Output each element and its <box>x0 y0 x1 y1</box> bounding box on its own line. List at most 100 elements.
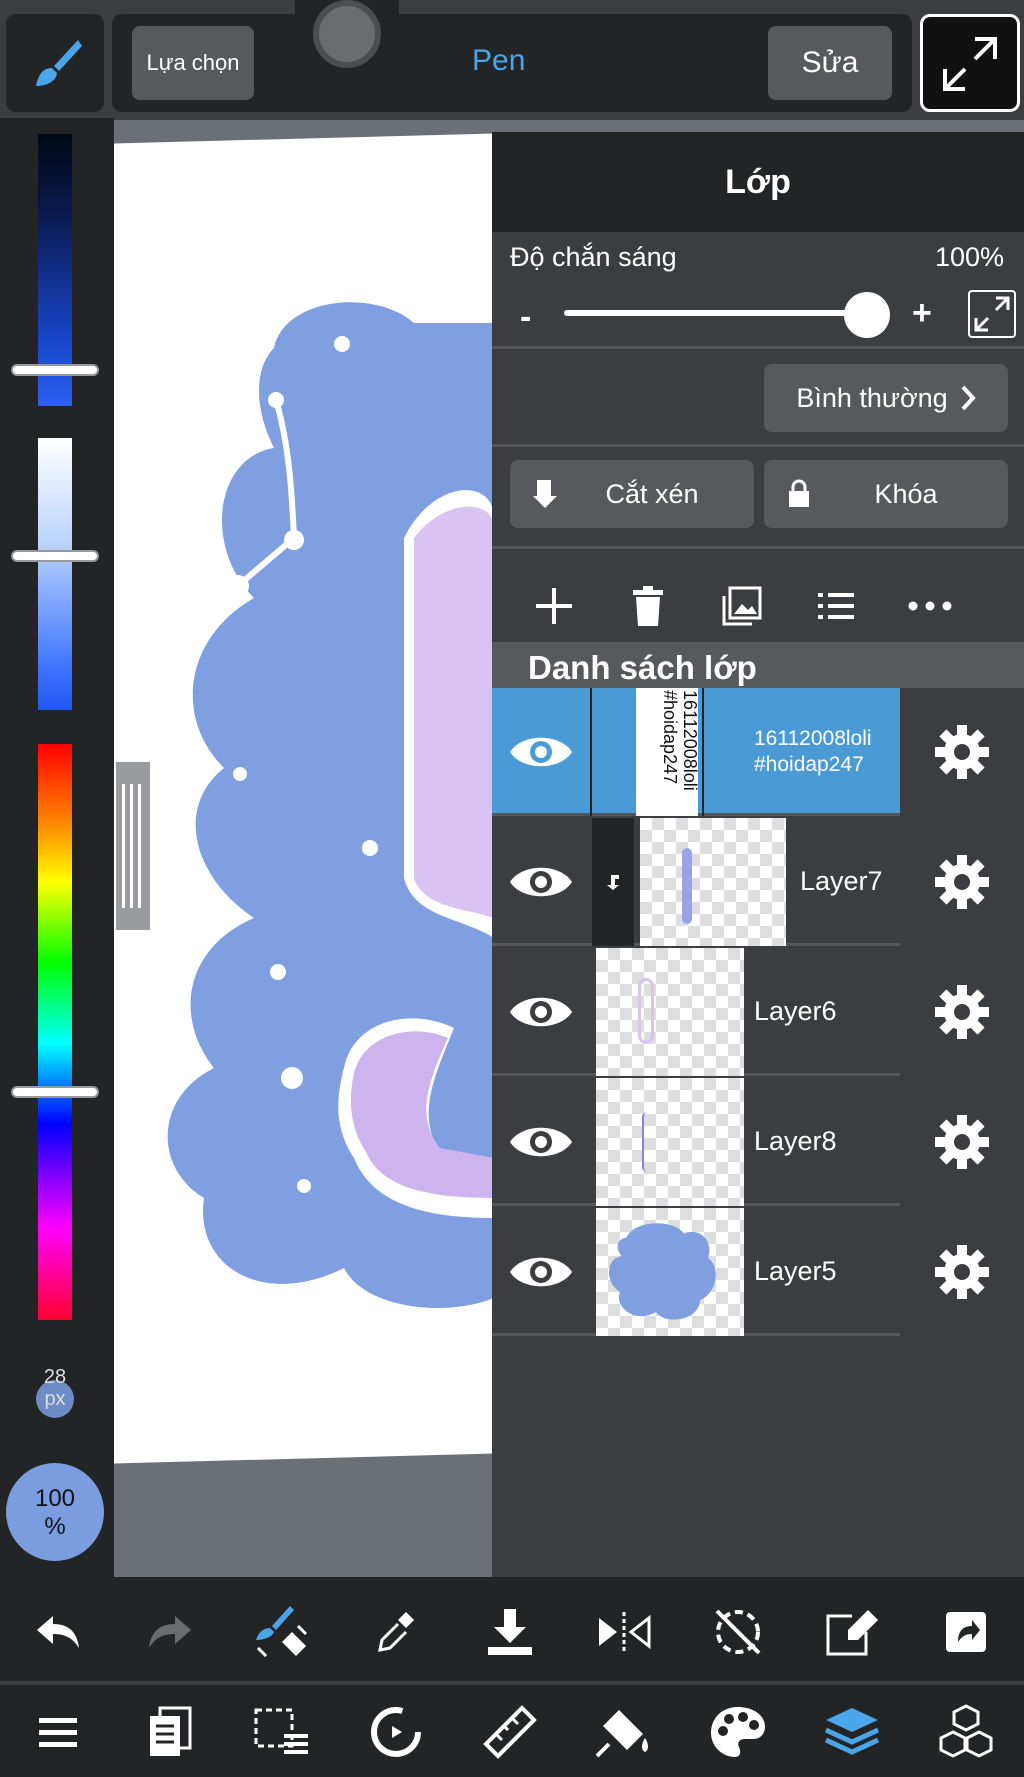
visibility-toggle[interactable] <box>492 1208 590 1336</box>
more-options-button[interactable] <box>902 578 958 634</box>
layer-thumbnail <box>596 1208 744 1336</box>
opacity-decrease-button[interactable]: - <box>520 298 531 337</box>
visibility-toggle[interactable] <box>492 1078 590 1206</box>
redo-button[interactable] <box>120 1587 220 1677</box>
clip-arrow-icon <box>510 478 580 510</box>
current-tool-name[interactable]: Pen <box>472 44 525 78</box>
layer-name: Layer7 <box>800 866 883 896</box>
clipping-indicator <box>592 818 634 946</box>
delete-layer-button[interactable] <box>620 578 676 634</box>
color-sidebar: 28 px 100 % <box>0 118 114 1578</box>
layer-opacity-label: Độ chắn sáng <box>510 242 677 272</box>
eye-icon <box>510 997 572 1027</box>
opacity-slider-knob[interactable] <box>844 292 890 338</box>
layer-name: 16112008loli #hoidap247 <box>754 727 872 776</box>
flip-button[interactable] <box>574 1587 674 1677</box>
brush-transform-button[interactable] <box>232 1587 332 1677</box>
download-icon <box>488 1609 532 1655</box>
pages-icon <box>150 1706 192 1756</box>
layer-thumbnail <box>596 948 744 1076</box>
eyedropper-icon <box>378 1612 414 1652</box>
layer-list-button[interactable] <box>808 578 864 634</box>
clipping-label: Cắt xén <box>605 478 699 509</box>
undo-button[interactable] <box>8 1587 108 1677</box>
layer-settings-button[interactable] <box>900 818 1024 946</box>
layer-name: Layer8 <box>754 1126 837 1156</box>
tool-name-bar: Lựa chọn Pen Sửa <box>112 14 912 112</box>
brush-size-label[interactable]: 28 px <box>22 1366 88 1410</box>
share-icon <box>946 1612 986 1652</box>
rotate-icon <box>371 1707 421 1757</box>
clipping-button[interactable]: Cắt xén <box>510 460 754 528</box>
add-layer-button[interactable] <box>526 578 582 634</box>
save-download-button[interactable] <box>460 1587 560 1677</box>
edit-icon <box>826 1610 878 1656</box>
share-button[interactable] <box>916 1587 1016 1677</box>
fill-tool-button[interactable] <box>574 1687 674 1777</box>
eye-icon <box>510 867 572 897</box>
layer-row[interactable]: Layer6 <box>492 948 1024 1076</box>
opacity-slider-track[interactable] <box>564 310 862 316</box>
expand-panel-button[interactable] <box>968 290 1016 338</box>
expand-icon <box>943 37 997 91</box>
fill-icon <box>595 1710 648 1758</box>
layer-settings-button[interactable] <box>900 1078 1024 1206</box>
selection-button[interactable]: Lựa chọn <box>132 26 254 100</box>
layers-icon <box>824 1708 880 1755</box>
redo-icon <box>149 1616 191 1648</box>
lock-label: Khóa <box>874 478 938 509</box>
drawing-canvas[interactable] <box>114 118 494 1578</box>
layer-row[interactable]: 16112008loli #hoidap247 16112008loli #ho… <box>492 688 1024 816</box>
layer-row[interactable]: Layer5 <box>492 1208 1024 1336</box>
palette-icon <box>711 1707 765 1757</box>
main-menu-button[interactable] <box>8 1687 108 1777</box>
hue-handle[interactable] <box>11 1086 99 1098</box>
lock-button[interactable]: Khóa <box>764 460 1008 528</box>
opacity-increase-button[interactable]: + <box>912 294 932 333</box>
blend-mode-button[interactable]: Bình thường <box>764 364 1008 432</box>
layer-settings-button[interactable] <box>900 688 1024 816</box>
layer-settings-button[interactable] <box>900 948 1024 1076</box>
brush-opacity-button[interactable]: 100 % <box>6 1463 104 1561</box>
layer-list-header: Danh sách lớp <box>492 642 1024 694</box>
saturation-handle[interactable] <box>11 550 99 562</box>
reset-rotation-button[interactable] <box>688 1587 788 1677</box>
materials-button[interactable] <box>916 1687 1016 1777</box>
visibility-toggle[interactable] <box>492 948 590 1076</box>
edit-button[interactable]: Sửa <box>768 26 892 100</box>
undo-icon <box>37 1616 79 1648</box>
layers-button[interactable] <box>802 1687 902 1777</box>
rotate-reset-icon <box>715 1609 761 1655</box>
layer-name: Layer6 <box>754 996 837 1026</box>
fullscreen-button[interactable] <box>920 14 1020 112</box>
visibility-toggle[interactable] <box>492 688 590 816</box>
gear-icon <box>935 725 989 779</box>
add-image-layer-button[interactable] <box>714 578 770 634</box>
selection-tool-button[interactable] <box>232 1687 332 1777</box>
eyedropper-button[interactable] <box>346 1587 446 1677</box>
rotate-tool-button[interactable] <box>346 1687 446 1777</box>
layer-row[interactable]: Layer8 <box>492 1078 1024 1206</box>
clip-arrow-icon <box>607 875 619 890</box>
color-palette-button[interactable] <box>688 1687 788 1777</box>
selection-icon <box>254 1708 308 1754</box>
layer-name: Layer5 <box>754 1256 837 1286</box>
lock-icon <box>764 479 834 509</box>
visibility-toggle[interactable] <box>492 818 590 946</box>
canvas-scroll-handle[interactable] <box>116 762 150 930</box>
materials-icon <box>939 1704 993 1758</box>
trash-icon <box>633 586 663 626</box>
layer-row[interactable]: Layer7 <box>492 818 1024 946</box>
top-toolbar: Lựa chọn Pen Sửa <box>0 0 1024 120</box>
ruler-button[interactable] <box>460 1687 560 1777</box>
layer-settings-button[interactable] <box>900 1208 1024 1336</box>
ruler-icon <box>483 1705 537 1759</box>
pages-button[interactable] <box>120 1687 220 1777</box>
edit-canvas-button[interactable] <box>802 1587 902 1677</box>
blend-mode-label: Bình thường <box>796 382 948 413</box>
brush-tool-button[interactable] <box>6 14 104 112</box>
menu-icon <box>39 1718 77 1747</box>
brightness-handle[interactable] <box>11 364 99 376</box>
saturation-slider[interactable] <box>38 438 72 710</box>
hue-slider[interactable] <box>38 744 72 1320</box>
